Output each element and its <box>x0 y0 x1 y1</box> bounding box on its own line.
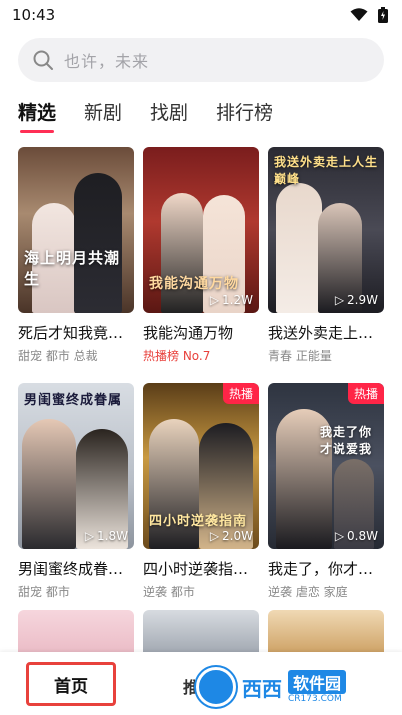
poster-title-art: 海上明月共潮生 <box>24 249 121 288</box>
drama-tags: 青春 正能量 <box>268 349 332 363</box>
drama-poster[interactable]: 海上明月共潮生 <box>18 147 134 313</box>
poster-title-art: 我走了你才说爱我 <box>320 425 373 456</box>
drama-tags: 甜宠 都市 总裁 <box>18 349 98 363</box>
search-placeholder: 也许，未来 <box>64 52 150 71</box>
nav-home[interactable]: 首页 <box>26 662 116 706</box>
drama-card[interactable]: 我走了你才说爱我 热播 ▷ 0.8W 我走了，你才… 逆袭 虐恋 家庭 <box>268 383 384 619</box>
watermark-url: CR173.COM <box>288 694 342 704</box>
search-icon <box>33 50 53 70</box>
view-count: ▷ 1.2W <box>209 293 253 307</box>
poster-title-art: 我送外卖走上人生巅峰 <box>274 155 379 186</box>
status-icons <box>350 7 388 23</box>
tab-new-dramas[interactable]: 新剧 <box>84 98 122 133</box>
drama-title: 死后才知我竟… <box>18 324 124 342</box>
watermark-cn: 软件园 <box>288 670 347 694</box>
tab-featured[interactable]: 精选 <box>18 98 56 133</box>
drama-poster[interactable]: 我走了你才说爱我 热播 ▷ 0.8W <box>268 383 384 549</box>
drama-title: 男闺蜜终成眷… <box>18 560 124 578</box>
poster-title-art: 我能沟通万物 <box>149 276 239 292</box>
watermark-text: 西西 <box>242 676 282 701</box>
poster-title-art: 男闺蜜终成眷属 <box>24 393 123 408</box>
play-icon: ▷ <box>209 293 220 307</box>
wifi-icon <box>350 8 368 21</box>
hot-badge: 热播 <box>347 383 384 404</box>
view-count: ▷ 0.8W <box>334 529 378 543</box>
search-bar[interactable]: 也许，未来 <box>18 38 384 82</box>
drama-title: 我送外卖走上… <box>268 324 374 342</box>
drama-grid: 海上明月共潮生 死后才知我竟… 甜宠 都市 总裁 我能沟通万物 ▷ 1.2W 我… <box>18 147 384 619</box>
drama-card[interactable]: 四小时逆袭指南 热播 ▷ 2.0W 四小时逆袭指… 逆袭 都市 <box>143 383 259 619</box>
play-icon: ▷ <box>334 293 345 307</box>
drama-poster[interactable]: 男闺蜜终成眷属 ▷ 1.8W <box>18 383 134 549</box>
play-icon: ▷ <box>84 529 95 543</box>
drama-poster[interactable]: 四小时逆袭指南 热播 ▷ 2.0W <box>143 383 259 549</box>
play-icon: ▷ <box>209 529 220 543</box>
category-tabs: 精选 新剧 找剧 排行榜 <box>18 98 273 133</box>
poster-title-art: 四小时逆袭指南 <box>149 514 248 529</box>
tab-rankings[interactable]: 排行榜 <box>216 98 273 133</box>
drama-title: 我走了，你才… <box>268 560 374 578</box>
view-count: ▷ 1.8W <box>84 529 128 543</box>
status-time: 10:43 <box>12 6 56 24</box>
watermark-right: 软件园 CR173.COM <box>288 670 347 704</box>
status-bar: 10:43 <box>0 0 402 30</box>
watermark-logo-icon <box>196 667 236 707</box>
drama-card[interactable]: 我送外卖走上人生巅峰 ▷ 2.9W 我送外卖走上… 青春 正能量 <box>268 147 384 383</box>
drama-poster[interactable]: 我送外卖走上人生巅峰 ▷ 2.9W <box>268 147 384 313</box>
drama-card[interactable]: 男闺蜜终成眷属 ▷ 1.8W 男闺蜜终成眷… 甜宠 都市 <box>18 383 134 619</box>
view-count: ▷ 2.9W <box>334 293 378 307</box>
drama-poster[interactable]: 我能沟通万物 ▷ 1.2W <box>143 147 259 313</box>
view-count: ▷ 2.0W <box>209 529 253 543</box>
play-icon: ▷ <box>334 529 345 543</box>
drama-card[interactable]: 海上明月共潮生 死后才知我竟… 甜宠 都市 总裁 <box>18 147 134 383</box>
drama-card[interactable]: 我能沟通万物 ▷ 1.2W 我能沟通万物 热播榜 No.7 <box>143 147 259 383</box>
tab-find-dramas[interactable]: 找剧 <box>150 98 188 133</box>
hot-badge: 热播 <box>222 383 259 404</box>
watermark: 西西 软件园 CR173.COM <box>196 667 392 707</box>
drama-ranking-tag: 热播榜 No.7 <box>143 349 211 363</box>
battery-icon <box>378 7 388 23</box>
drama-title: 四小时逆袭指… <box>143 560 249 578</box>
drama-title: 我能沟通万物 <box>143 324 234 342</box>
